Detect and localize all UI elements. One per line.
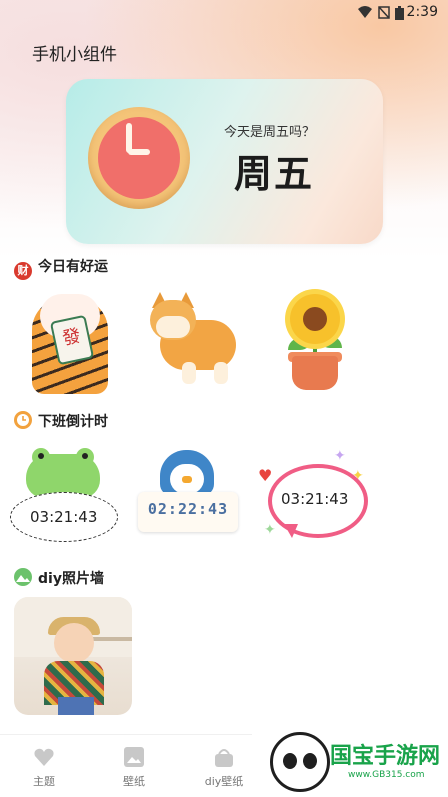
section-photo-wall: diy照片墙 [14, 568, 104, 588]
section-fortune: 财今日有好运 [14, 256, 108, 280]
nav-theme[interactable]: 主题 [14, 745, 74, 789]
watermark-url: www.GB315.com [348, 770, 425, 780]
panda-logo [270, 732, 330, 792]
countdown-time: 03:21:43 [30, 508, 98, 526]
countdown-time: 02:22:43 [147, 500, 229, 518]
cat-paw-icon: 發 [32, 294, 108, 394]
basket-icon [212, 745, 236, 769]
wifi-icon [358, 6, 372, 22]
clock-icon [88, 107, 190, 209]
section-countdown: 下班倒计时 [14, 411, 108, 431]
child-photo [54, 623, 94, 663]
sunflower-widget[interactable] [258, 290, 370, 402]
sparkle-icon: ✦ [264, 522, 276, 538]
status-time: 2:39 [406, 4, 438, 20]
friday-question: 今天是周五吗？ [224, 125, 316, 140]
nav-diy-label: diy壁纸 [204, 775, 244, 788]
sparkle-icon: ✦ [334, 448, 346, 464]
app-title: 手机小组件 [32, 45, 117, 65]
battery-icon [395, 6, 404, 24]
section-countdown-title: 下班倒计时 [38, 414, 108, 430]
heart-icon: ♥ [258, 466, 273, 485]
nav-wallpaper-label: 壁纸 [123, 775, 145, 788]
fortune-icon: 财 [14, 262, 32, 280]
penguin-icon [160, 450, 214, 496]
clock-small-icon [14, 411, 32, 429]
photo-wall-widget[interactable] [14, 597, 132, 715]
status-bar: 2:39 [0, 0, 448, 26]
bubble-countdown-widget[interactable]: ♥ ✦ ✦ ✦ 03:21:43 [254, 448, 368, 560]
heart-icon [32, 745, 56, 769]
nav-diy-wallpaper[interactable]: diy壁纸 [194, 745, 254, 789]
frog-countdown-widget[interactable]: 03:21:43 [8, 448, 120, 560]
section-fortune-title: 今日有好运 [38, 259, 108, 275]
watermark-title: 国宝手游网 [330, 744, 441, 769]
site-watermark: 国宝手游网 www.GB315.com [252, 720, 448, 796]
lucky-cat-paw-widget[interactable]: 發 [22, 290, 134, 402]
landscape-icon [14, 568, 32, 586]
shiba-dog-widget[interactable] [140, 290, 252, 402]
nav-theme-label: 主题 [33, 775, 55, 788]
friday-widget-card[interactable]: 今天是周五吗？ 周五 [66, 79, 383, 244]
friday-answer: 周五 [234, 152, 315, 196]
signal-off-icon [378, 6, 390, 23]
nav-wallpaper[interactable]: 壁纸 [104, 745, 164, 789]
countdown-time: 03:21:43 [281, 490, 349, 508]
image-icon [122, 745, 146, 769]
penguin-countdown-widget[interactable]: 02:22:43 [132, 448, 244, 560]
section-photo-title: diy照片墙 [38, 571, 104, 587]
